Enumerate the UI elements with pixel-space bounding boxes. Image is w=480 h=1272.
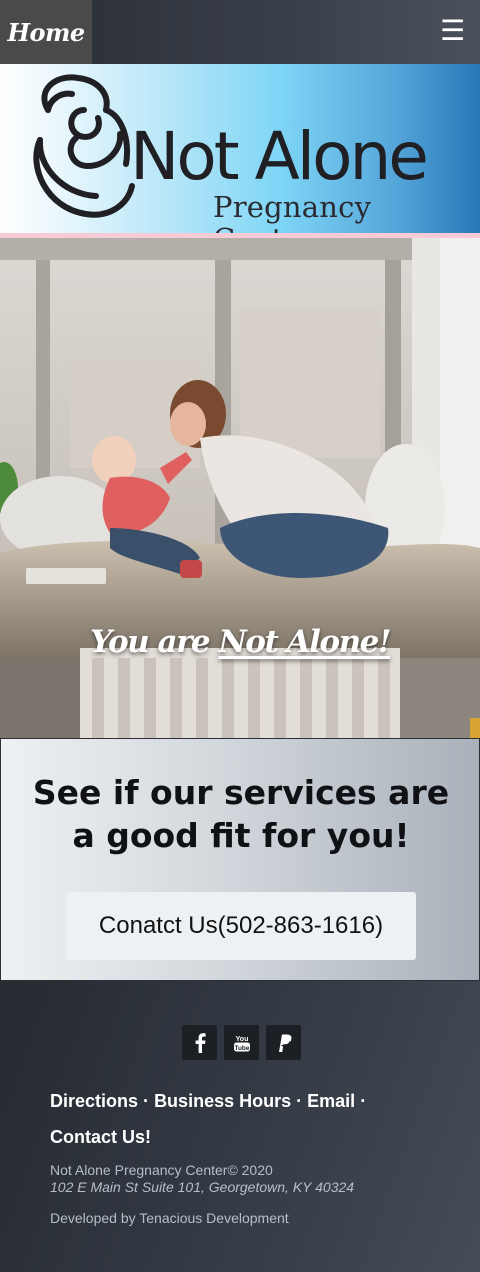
footer: You Tube Directions · Business Hours · E…: [0, 981, 480, 1272]
hero-image: You are Not Alone!: [0, 238, 480, 738]
footer-info: Not Alone Pregnancy Center© 2020 102 E M…: [50, 1162, 354, 1196]
hero-photo-illustration: [0, 238, 480, 738]
link-separator: ·: [360, 1091, 367, 1111]
link-separator: ·: [296, 1091, 303, 1111]
copyright-text: Not Alone Pregnancy Center© 2020: [50, 1162, 273, 1178]
services-heading: See if our services are a good fit for y…: [32, 773, 450, 855]
paypal-icon[interactable]: [266, 1025, 301, 1060]
hero-caption-emphasis: Not Alone!: [218, 624, 391, 660]
youtube-icon[interactable]: You Tube: [224, 1025, 259, 1060]
svg-text:You: You: [235, 1036, 248, 1043]
address-text: 102 E Main St Suite 101, Georgetown, KY …: [50, 1179, 355, 1195]
contact-link[interactable]: Contact Us!: [50, 1127, 151, 1147]
svg-text:Tube: Tube: [234, 1044, 249, 1051]
mother-and-baby-icon: [33, 74, 135, 218]
business-hours-link[interactable]: Business Hours: [154, 1091, 291, 1111]
hamburger-menu-icon[interactable]: ☰: [440, 14, 465, 48]
services-section: See if our services are a good fit for y…: [0, 738, 480, 981]
logo-banner: Not Alone Pregnancy Center: [0, 64, 480, 255]
footer-links: Directions · Business Hours · Email · Co…: [50, 1083, 370, 1155]
logo-title: Not Alone: [130, 118, 429, 195]
home-link[interactable]: Home: [0, 0, 92, 64]
developer-credit: Developed by Tenacious Development: [50, 1210, 289, 1226]
directions-link[interactable]: Directions: [50, 1091, 138, 1111]
top-nav: Home ☰: [0, 0, 480, 64]
hero-caption: You are Not Alone!: [0, 624, 480, 660]
contact-us-button[interactable]: Conatct Us(502-863-1616): [66, 892, 416, 960]
email-link[interactable]: Email: [307, 1091, 355, 1111]
facebook-icon[interactable]: [182, 1025, 217, 1060]
hero-caption-prefix: You are: [90, 624, 211, 660]
link-separator: ·: [143, 1091, 150, 1111]
